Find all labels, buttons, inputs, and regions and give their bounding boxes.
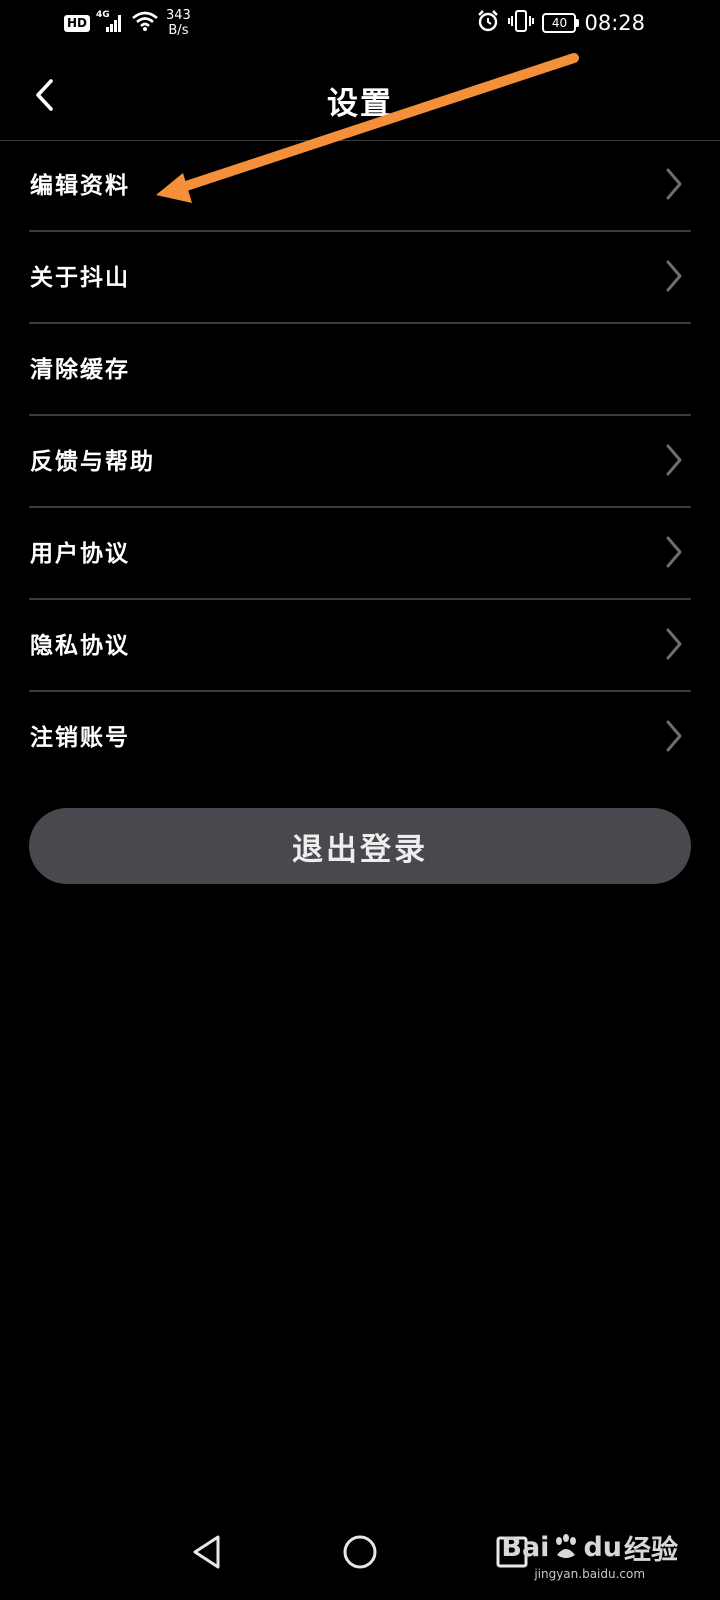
speed-unit: B/s: [168, 23, 189, 38]
back-triangle-icon: [193, 1535, 220, 1569]
chevron-right-icon: [666, 168, 682, 200]
page-title: 设置: [327, 86, 393, 122]
watermark-logo: Bai du 经验: [501, 1528, 678, 1567]
home-circle-icon: [343, 1535, 377, 1569]
menu-item-user-agreement[interactable]: 用户协议: [29, 508, 691, 600]
chevron-right-icon: [666, 260, 682, 292]
menu-item-label: 用户协议: [30, 540, 130, 567]
nav-back-button[interactable]: [185, 1530, 229, 1574]
chevron-right-icon: [666, 536, 682, 568]
watermark-brand-b: du: [583, 1532, 622, 1563]
battery-icon: 40: [542, 13, 580, 33]
logout-button[interactable]: 退出登录: [29, 808, 691, 884]
header: 设置: [0, 50, 720, 141]
network-type: 4G: [96, 10, 110, 20]
baidu-watermark: Bai du 经验 jingyan.baidu.com: [501, 1528, 678, 1581]
settings-menu: 编辑资料 关于抖山 清除缓存 反馈与帮助 用户协议 隐私协议 注销账号: [29, 140, 691, 782]
battery-level: 40: [551, 16, 568, 30]
status-bar: HD 4G 343 B/s 40 08:28: [0, 0, 720, 50]
alarm-icon: [476, 9, 500, 37]
watermark-url: jingyan.baidu.com: [534, 1567, 646, 1581]
menu-item-label: 关于抖山: [30, 264, 130, 291]
watermark-brand-a: Bai: [501, 1532, 550, 1563]
menu-item-privacy-agreement[interactable]: 隐私协议: [29, 600, 691, 692]
menu-item-delete-account[interactable]: 注销账号: [29, 692, 691, 782]
menu-item-edit-profile[interactable]: 编辑资料: [29, 140, 691, 232]
menu-item-label: 隐私协议: [30, 632, 130, 659]
network-speed: 343 B/s: [166, 8, 191, 38]
clock: 08:28: [584, 11, 645, 35]
menu-item-label: 反馈与帮助: [30, 448, 155, 475]
menu-item-label: 注销账号: [30, 724, 130, 751]
vibrate-icon: [508, 9, 535, 37]
menu-item-clear-cache[interactable]: 清除缓存: [29, 324, 691, 416]
chevron-right-icon: [666, 720, 682, 752]
paw-icon: [556, 1533, 577, 1558]
menu-item-about[interactable]: 关于抖山: [29, 232, 691, 324]
watermark-brand-c: 经验: [624, 1535, 678, 1566]
hd-badge: HD: [64, 14, 91, 32]
speed-value: 343: [166, 8, 191, 23]
menu-item-feedback-help[interactable]: 反馈与帮助: [29, 416, 691, 508]
chevron-right-icon: [666, 444, 682, 476]
nav-home-button[interactable]: [338, 1530, 382, 1574]
wifi-icon: [130, 10, 160, 36]
menu-item-label: 编辑资料: [30, 172, 130, 199]
menu-item-label: 清除缓存: [30, 356, 130, 383]
chevron-right-icon: [666, 628, 682, 660]
signal-icon: 4G: [96, 10, 124, 34]
